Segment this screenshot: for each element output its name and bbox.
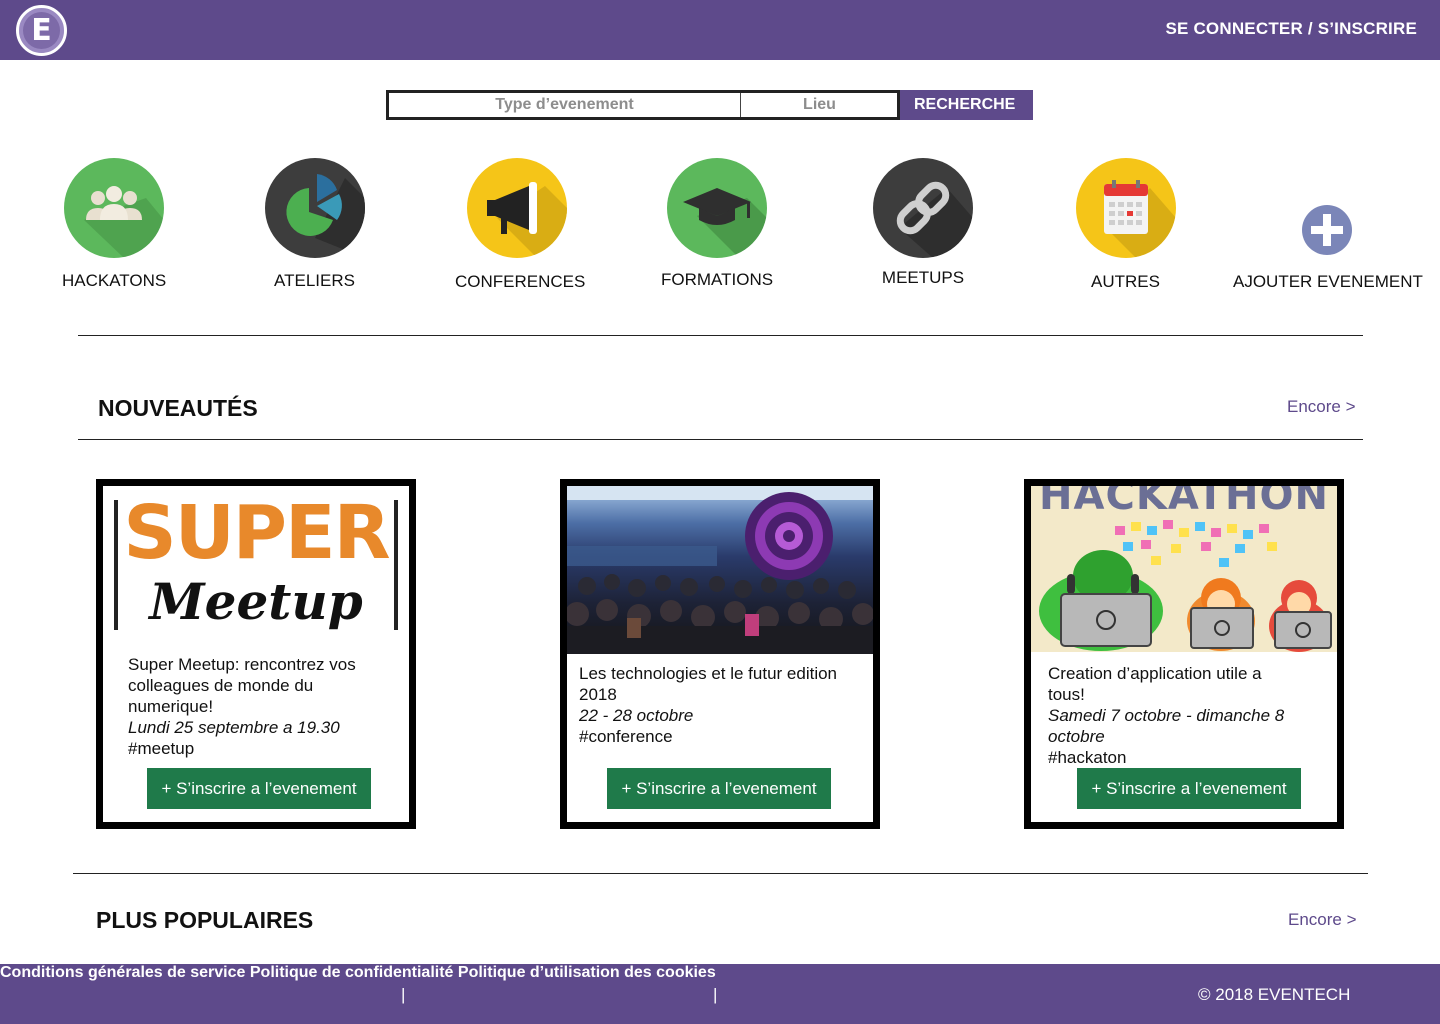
category-label: CONFERENCES bbox=[455, 272, 586, 291]
search-button[interactable]: RECHERCHE bbox=[900, 90, 1033, 120]
event-title: Creation d’application utile a tous! bbox=[1048, 664, 1262, 704]
event-title: Super Meetup: rencontrez vos colleagues … bbox=[128, 655, 356, 716]
event-image-conference bbox=[567, 486, 873, 654]
event-description: Creation d’application utile a tous! Sam… bbox=[1048, 663, 1328, 768]
register-button[interactable]: + S’inscrire a l’evenement bbox=[607, 768, 831, 809]
divider bbox=[78, 335, 1363, 336]
more-link-populaires[interactable]: Encore > bbox=[1288, 910, 1357, 930]
event-date: Samedi 7 octobre - dimanche 8 octobre bbox=[1048, 706, 1285, 746]
section-title-nouveautes: NOUVEAUTÉS bbox=[98, 395, 258, 421]
footer-link-terms[interactable]: Conditions générales de service bbox=[0, 964, 245, 981]
footer-copyright: © 2018 EVENTECH bbox=[1198, 985, 1351, 1004]
plus-circle-icon bbox=[1301, 204, 1353, 256]
search-box bbox=[386, 90, 900, 120]
search-bar: RECHERCHE bbox=[386, 90, 1033, 120]
event-type-input[interactable] bbox=[389, 93, 741, 117]
event-tag: #conference bbox=[579, 727, 673, 746]
graduation-cap-icon bbox=[667, 158, 767, 258]
category-autres[interactable]: AUTRES bbox=[1075, 158, 1176, 291]
event-date: 22 - 28 octobre bbox=[579, 706, 694, 725]
footer-link-privacy[interactable]: Politique de confidentialité bbox=[250, 964, 454, 981]
people-icon bbox=[64, 158, 164, 258]
category-label: FORMATIONS bbox=[661, 270, 774, 289]
event-card[interactable]: SUPER Meetup Super Meetup: rencontrez vo… bbox=[96, 479, 416, 829]
category-hackatons[interactable]: HACKATONS bbox=[62, 158, 166, 290]
footer-link-cookies[interactable]: Politique d’utilisation des cookies bbox=[458, 964, 716, 981]
image-text-meetup: Meetup bbox=[149, 572, 363, 631]
category-ateliers[interactable]: ATELIERS bbox=[264, 158, 365, 290]
more-link-nouveautes[interactable]: Encore > bbox=[1287, 397, 1356, 417]
conference-photo bbox=[567, 486, 873, 654]
pie-chart-icon bbox=[264, 158, 365, 258]
logo[interactable]: E bbox=[16, 5, 67, 56]
calendar-icon bbox=[1075, 158, 1176, 258]
category-label: AUTRES bbox=[1091, 272, 1160, 291]
footer: Conditions générales de service | Politi… bbox=[0, 964, 1440, 1024]
top-bar: E SE CONNECTER / S’INSCRIRE bbox=[0, 0, 1440, 60]
category-label: ATELIERS bbox=[274, 271, 355, 290]
register-button[interactable]: + S’inscrire a l’evenement bbox=[147, 768, 371, 809]
add-event-button[interactable]: AJOUTER EVENEMENT bbox=[1233, 158, 1423, 291]
event-card[interactable]: HACKATHON Creation d’application utile a… bbox=[1024, 479, 1344, 829]
category-meetups[interactable]: MEETUPS bbox=[873, 158, 973, 287]
section-title-populaires: PLUS POPULAIRES bbox=[96, 907, 314, 933]
event-image-hackathon: HACKATHON bbox=[1031, 486, 1337, 652]
hackathon-illustration bbox=[1039, 520, 1332, 652]
event-date: Lundi 25 septembre a 19.30 bbox=[128, 718, 340, 737]
location-input[interactable] bbox=[742, 93, 897, 117]
event-image-super-meetup: SUPER Meetup bbox=[111, 490, 401, 636]
category-conferences[interactable]: CONFERENCES bbox=[455, 158, 585, 291]
divider bbox=[73, 873, 1368, 874]
divider bbox=[78, 439, 1363, 440]
link-icon bbox=[873, 158, 973, 258]
footer-separator: | bbox=[401, 985, 406, 1004]
event-card[interactable]: Les technologies et le futur edition 201… bbox=[560, 479, 880, 829]
logo-letter: E bbox=[31, 13, 52, 48]
event-title: Les technologies et le futur edition 201… bbox=[579, 664, 838, 704]
megaphone-icon bbox=[467, 158, 567, 258]
event-tag: #hackaton bbox=[1048, 748, 1127, 767]
event-tag: #meetup bbox=[128, 739, 195, 758]
category-label: AJOUTER EVENEMENT bbox=[1233, 272, 1423, 291]
event-description: Super Meetup: rencontrez vos colleagues … bbox=[128, 654, 398, 759]
login-link[interactable]: SE CONNECTER / S’INSCRIRE bbox=[1165, 19, 1417, 39]
footer-separator: | bbox=[713, 985, 718, 1004]
image-text-super: SUPER bbox=[123, 490, 390, 576]
event-description: Les technologies et le futur edition 201… bbox=[579, 663, 869, 747]
category-label: HACKATONS bbox=[62, 271, 167, 290]
category-formations[interactable]: FORMATIONS bbox=[661, 158, 773, 289]
category-label: MEETUPS bbox=[881, 268, 965, 287]
register-button[interactable]: + S’inscrire a l’evenement bbox=[1077, 768, 1301, 809]
